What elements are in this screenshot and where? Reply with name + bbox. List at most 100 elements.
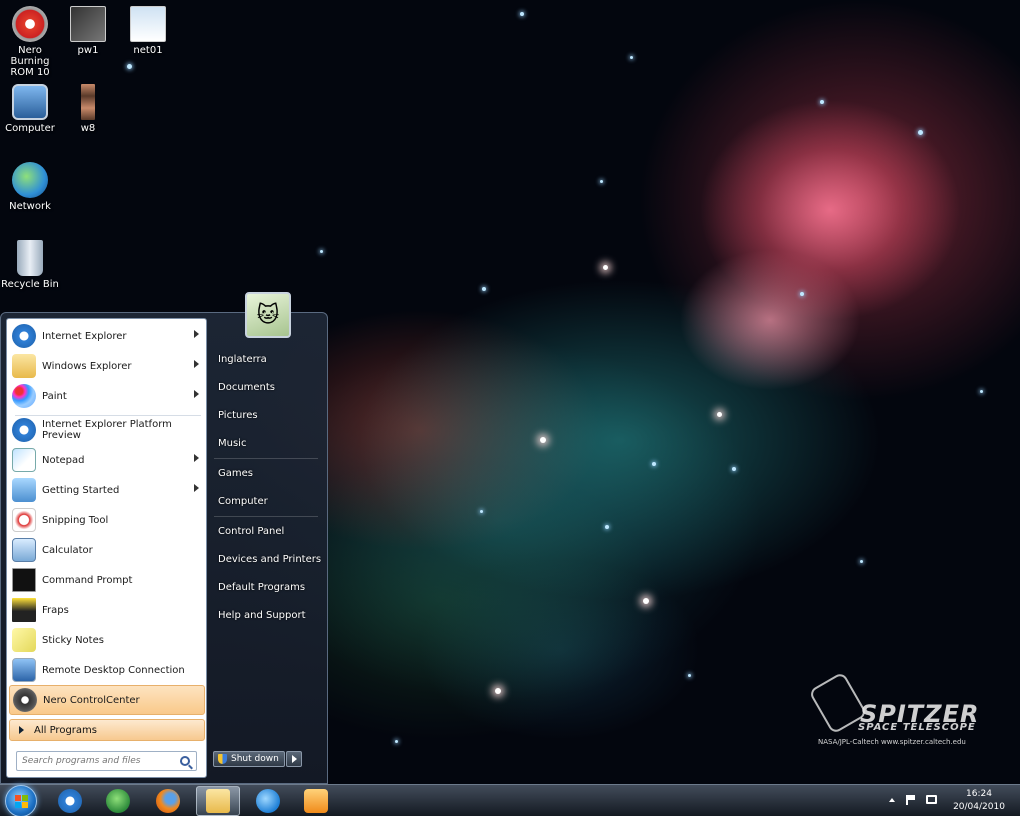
internet-explorer-icon	[12, 324, 36, 348]
search-input[interactable]	[17, 756, 180, 766]
search-icon[interactable]	[180, 756, 190, 766]
network-status-icon[interactable]	[926, 795, 937, 804]
program-internet-explorer[interactable]: Internet Explorer	[9, 321, 205, 351]
program-label: Windows Explorer	[42, 360, 132, 372]
clock-time[interactable]: 16:24	[944, 789, 1014, 799]
submenu-arrow-icon[interactable]	[194, 484, 199, 492]
all-programs-button[interactable]: All Programs	[9, 719, 205, 741]
show-hidden-icons-button[interactable]	[889, 798, 895, 802]
screenshot-file-icon	[130, 6, 166, 42]
program-fraps[interactable]: Fraps	[9, 595, 205, 625]
desktop-icon-computer[interactable]: Computer	[0, 84, 60, 134]
image-stack-icon	[81, 84, 95, 120]
right-item-label: Devices and Printers	[218, 553, 322, 565]
desktop-icon-label: net01	[133, 45, 163, 56]
program-label: Getting Started	[42, 484, 120, 496]
star	[495, 688, 501, 694]
submenu-arrow-icon[interactable]	[194, 390, 199, 398]
start-search-box[interactable]	[16, 751, 197, 771]
desktop-icon-pw1[interactable]: pw1	[58, 6, 118, 56]
shutdown-options-button[interactable]	[286, 751, 302, 767]
star	[600, 180, 603, 183]
star	[860, 560, 863, 563]
taskbar-firefox[interactable]	[146, 786, 190, 816]
desktop-icon-recycle-bin[interactable]: Recycle Bin	[0, 240, 60, 290]
right-separator	[214, 458, 318, 459]
taskbar-internet-explorer[interactable]	[48, 786, 92, 816]
triangle-right-icon	[19, 726, 24, 734]
program-remote-desktop[interactable]: Remote Desktop Connection	[9, 655, 205, 685]
program-ie-platform-preview[interactable]: Internet Explorer Platform Preview	[9, 415, 205, 445]
program-snipping-tool[interactable]: Snipping Tool	[9, 505, 205, 535]
program-windows-explorer[interactable]: Windows Explorer	[9, 351, 205, 381]
desktop-icon-w8[interactable]: w8	[58, 84, 118, 134]
shutdown-button[interactable]: Shut down	[213, 751, 285, 767]
right-item-control-panel[interactable]: Control Panel	[212, 519, 322, 543]
desktop-icon-label: Nero Burning ROM 10	[10, 45, 50, 78]
clock-date[interactable]: 20/04/2010	[944, 802, 1014, 812]
right-item-documents[interactable]: Documents	[212, 375, 322, 399]
desktop-icon-label: pw1	[77, 45, 99, 56]
remote-desktop-icon	[12, 658, 36, 682]
sticky-notes-icon	[12, 628, 36, 652]
right-item-label: Computer	[218, 495, 268, 507]
taskbar: 16:24 20/04/2010	[0, 784, 1020, 816]
program-command-prompt[interactable]: Command Prompt	[9, 565, 205, 595]
program-label: Internet Explorer	[42, 330, 127, 342]
program-label: Notepad	[42, 454, 85, 466]
desktop-icon-label: Computer	[5, 123, 55, 134]
right-item-games[interactable]: Games	[212, 461, 322, 485]
desktop-icon-nero[interactable]: Nero Burning ROM 10	[0, 6, 60, 78]
right-item-label: Inglaterra	[218, 353, 267, 365]
right-item-devices-printers[interactable]: Devices and Printers	[212, 547, 322, 571]
program-label: Nero ControlCenter	[43, 694, 140, 706]
program-paint[interactable]: Paint	[9, 381, 205, 411]
desktop-icon-net01[interactable]: net01	[118, 6, 178, 56]
right-item-label: Music	[218, 437, 247, 449]
right-item-music[interactable]: Music	[212, 431, 322, 455]
action-center-flag-icon[interactable]	[906, 795, 916, 805]
windows-flag-icon	[106, 789, 130, 813]
right-item-label: Control Panel	[218, 525, 285, 537]
right-item-inglaterra[interactable]: Inglaterra	[212, 347, 322, 371]
notepad-icon	[12, 448, 36, 472]
star	[520, 12, 524, 16]
user-picture[interactable]: 🐱	[245, 292, 291, 338]
desktop-icon-network[interactable]: Network	[0, 162, 60, 212]
right-item-pictures[interactable]: Pictures	[212, 403, 322, 427]
start-menu: 🐱 Internet Explorer Windows Explorer Pai…	[0, 292, 328, 784]
nero-disc-icon	[12, 6, 48, 42]
program-label: Paint	[42, 390, 67, 402]
taskbar-skype[interactable]	[246, 786, 290, 816]
program-sticky-notes[interactable]: Sticky Notes	[9, 625, 205, 655]
skype-icon	[256, 789, 280, 813]
program-label: Snipping Tool	[42, 514, 109, 526]
spitzer-logo: SPITZER SPACE TELESCOPE NASA/JPL-Caltech…	[808, 668, 1000, 750]
star	[717, 412, 722, 417]
star	[688, 674, 691, 677]
start-button[interactable]	[5, 785, 37, 816]
program-label: Calculator	[42, 544, 93, 556]
network-globe-icon	[12, 162, 48, 198]
recycle-bin-icon	[17, 240, 43, 276]
taskbar-windows-explorer[interactable]	[196, 786, 240, 816]
right-item-computer[interactable]: Computer	[212, 489, 322, 513]
internet-explorer-icon	[12, 418, 36, 442]
star	[820, 100, 824, 104]
right-item-default-programs[interactable]: Default Programs	[212, 575, 322, 599]
program-notepad[interactable]: Notepad	[9, 445, 205, 475]
submenu-arrow-icon[interactable]	[194, 360, 199, 368]
submenu-arrow-icon[interactable]	[194, 454, 199, 462]
programs-pane: Internet Explorer Windows Explorer Paint…	[6, 318, 207, 778]
submenu-arrow-icon[interactable]	[194, 330, 199, 338]
program-nero-controlcenter[interactable]: Nero ControlCenter	[9, 685, 205, 715]
taskbar-media-player[interactable]	[294, 786, 338, 816]
star	[540, 437, 546, 443]
right-item-help-support[interactable]: Help and Support	[212, 603, 322, 627]
taskbar-windows-media-center[interactable]	[96, 786, 140, 816]
star	[918, 130, 923, 135]
program-calculator[interactable]: Calculator	[9, 535, 205, 565]
program-getting-started[interactable]: Getting Started	[9, 475, 205, 505]
computer-icon	[12, 84, 48, 120]
media-player-icon	[304, 789, 328, 813]
